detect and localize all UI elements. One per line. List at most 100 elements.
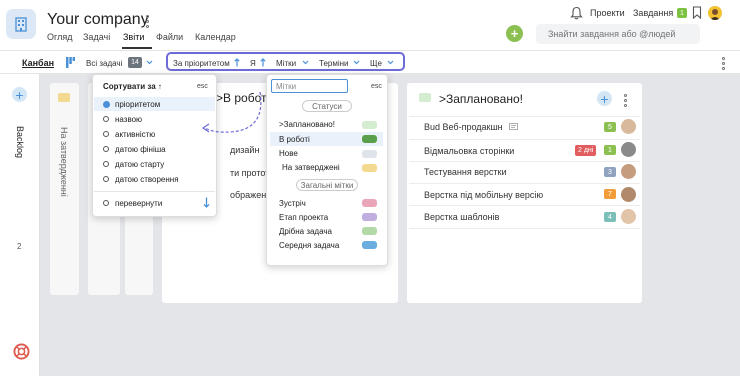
- radio-icon[interactable]: [103, 200, 109, 206]
- radio-icon[interactable]: [103, 176, 109, 182]
- subtasks-icon: [509, 123, 518, 130]
- kanban-view-icon[interactable]: [66, 57, 75, 68]
- labels-search-input[interactable]: Мітки: [271, 79, 348, 93]
- sort-option-created-date[interactable]: датою створення: [115, 175, 179, 184]
- task-title[interactable]: Тестування верстки: [424, 167, 507, 177]
- assignee-avatar[interactable]: [621, 187, 636, 202]
- sort-option-priority[interactable]: пріоритетом: [115, 100, 160, 109]
- filter-me[interactable]: Я: [250, 59, 256, 68]
- label-option[interactable]: Середня задача: [279, 241, 339, 250]
- bookmark-icon[interactable]: [692, 6, 702, 19]
- backlog-count: 2: [17, 242, 22, 251]
- tab-overview[interactable]: Огляд: [47, 32, 72, 42]
- label-color-swatch: [362, 199, 377, 207]
- task-title[interactable]: Верстка шаблонів: [424, 212, 499, 222]
- radio-icon[interactable]: [103, 131, 109, 137]
- bell-icon[interactable]: [570, 6, 583, 20]
- backlog-sidebar: [0, 74, 40, 376]
- all-tasks-count: 14: [128, 57, 142, 68]
- status-color-swatch: [362, 150, 377, 158]
- status-option[interactable]: В роботі: [279, 135, 310, 144]
- all-tasks-filter[interactable]: Всі задачі: [86, 59, 122, 68]
- sort-menu-title: Сортувати за ↑: [103, 82, 162, 91]
- column-color-chip: [58, 93, 70, 102]
- radio-checked-icon[interactable]: [103, 101, 110, 108]
- tab-calendar[interactable]: Календар: [195, 32, 236, 42]
- filter-deadlines[interactable]: Терміни: [319, 59, 349, 68]
- sort-option-activity[interactable]: активністю: [115, 130, 155, 139]
- column-title: >Заплановано!: [439, 92, 523, 106]
- label-color-swatch: [362, 213, 377, 221]
- close-hint[interactable]: esc: [371, 83, 382, 90]
- backlog-label: Backlog: [15, 126, 25, 159]
- add-task-button[interactable]: +: [506, 25, 523, 42]
- company-name: Your company: [47, 11, 149, 28]
- radio-icon[interactable]: [103, 161, 109, 167]
- assignee-avatar[interactable]: [621, 164, 636, 179]
- label-option[interactable]: Зустріч: [279, 199, 306, 208]
- close-hint[interactable]: esc: [197, 83, 208, 90]
- filter-priority[interactable]: За пріоритетом: [173, 59, 230, 68]
- status-color-swatch: [362, 135, 377, 143]
- label-color-swatch: [362, 241, 377, 249]
- sort-option-finish-date[interactable]: датою фініша: [115, 145, 166, 154]
- tab-tasks[interactable]: Задачі: [83, 32, 110, 42]
- tab-reports[interactable]: Звіти: [123, 32, 144, 42]
- assignee-avatar[interactable]: [621, 209, 636, 224]
- tasks-link[interactable]: Завдання: [633, 8, 673, 18]
- active-tab-indicator: [122, 47, 152, 49]
- sort-reverse-option[interactable]: перевернути: [115, 199, 162, 208]
- sort-option-start-date[interactable]: датою старту: [115, 160, 164, 169]
- chevron-down-icon[interactable]: [146, 60, 153, 65]
- tasks-count-badge: 1: [677, 8, 687, 18]
- view-switcher-kanban[interactable]: Канбан: [22, 58, 54, 68]
- filter-more[interactable]: Ще: [370, 59, 382, 68]
- task-count-badge: 3: [604, 167, 616, 177]
- assignee-avatar[interactable]: [621, 142, 636, 157]
- task-title[interactable]: дизайн: [230, 145, 259, 155]
- search-input[interactable]: [536, 24, 700, 44]
- chevron-down-icon[interactable]: [302, 60, 309, 65]
- status-color-swatch: [362, 164, 377, 172]
- label-option[interactable]: Дрібна задача: [279, 227, 332, 236]
- company-logo[interactable]: [6, 9, 36, 39]
- task-count-badge: 4: [604, 212, 616, 222]
- annotation-arrow: [201, 91, 262, 133]
- task-title[interactable]: Bud Веб-продакшн: [424, 122, 503, 132]
- task-count-badge: 5: [604, 122, 616, 132]
- user-avatar[interactable]: [708, 6, 722, 20]
- chevron-down-icon[interactable]: [353, 60, 360, 65]
- column-color-chip: [419, 93, 431, 102]
- label-option[interactable]: Етап проекта: [279, 213, 328, 222]
- task-title[interactable]: Верстка під мобільну версію: [424, 190, 543, 200]
- status-color-swatch: [362, 121, 377, 129]
- label-color-swatch: [362, 227, 377, 235]
- arrow-down-icon[interactable]: [203, 197, 210, 208]
- sort-option-name[interactable]: назвою: [115, 115, 142, 124]
- row-divider: [409, 116, 640, 117]
- add-column-button[interactable]: +: [12, 87, 27, 103]
- row-divider: [409, 183, 640, 184]
- overdue-badge: 2 дні: [575, 145, 597, 156]
- status-option[interactable]: Нове: [279, 149, 298, 158]
- status-option[interactable]: >Заплановано!: [279, 120, 335, 129]
- task-title[interactable]: Відмальовка сторінки: [424, 146, 514, 156]
- radio-icon[interactable]: [103, 146, 109, 152]
- assignee-avatar[interactable]: [621, 119, 636, 134]
- filter-labels[interactable]: Мітки: [276, 59, 296, 68]
- row-divider: [409, 228, 640, 229]
- status-option[interactable]: На затверджені: [282, 163, 340, 172]
- tab-files[interactable]: Файли: [156, 32, 183, 42]
- column-menu-icon[interactable]: [624, 94, 627, 107]
- company-menu-icon[interactable]: [146, 15, 149, 28]
- chevron-down-icon[interactable]: [387, 60, 394, 65]
- lifebuoy-icon[interactable]: [13, 343, 30, 360]
- task-count-badge: 7: [604, 189, 616, 199]
- board-menu-icon[interactable]: [722, 57, 725, 70]
- arrow-up-icon[interactable]: [234, 58, 240, 67]
- radio-icon[interactable]: [103, 116, 109, 122]
- add-task-to-column-button[interactable]: +: [597, 91, 612, 107]
- arrow-up-icon[interactable]: [260, 58, 266, 67]
- building-icon: [15, 17, 27, 32]
- projects-link[interactable]: Проекти: [590, 8, 625, 18]
